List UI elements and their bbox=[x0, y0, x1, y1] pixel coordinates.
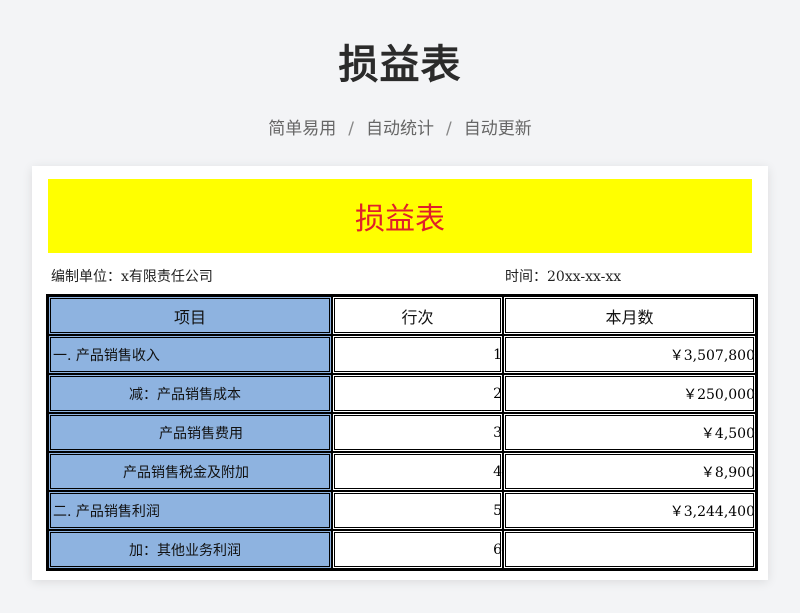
amount-cell[interactable]: ￥3,507,800 bbox=[503, 335, 756, 374]
seq-cell[interactable]: 4 bbox=[332, 452, 503, 491]
amount-cell[interactable]: ￥8,900 bbox=[503, 452, 756, 491]
column-header-item[interactable]: 项目 bbox=[48, 296, 332, 335]
item-cell[interactable]: 二. 产品销售利润 bbox=[48, 491, 332, 530]
tag-easy: 简单易用 bbox=[268, 119, 337, 139]
item-cell[interactable]: 产品销售税金及附加 bbox=[48, 452, 332, 491]
amount-cell[interactable]: ￥4,500 bbox=[503, 413, 756, 452]
table-row: 一. 产品销售收入 1 ￥3,507,800 bbox=[48, 335, 756, 374]
table-row: 减：产品销售成本 2 ￥250,000 bbox=[48, 374, 756, 413]
table-row: 产品销售费用 3 ￥4,500 bbox=[48, 413, 756, 452]
table-row: 产品销售税金及附加 4 ￥8,900 bbox=[48, 452, 756, 491]
item-cell[interactable]: 减：产品销售成本 bbox=[48, 374, 332, 413]
table-row: 加：其他业务利润 6 bbox=[48, 530, 756, 569]
tag-auto-update: 自动更新 bbox=[463, 119, 532, 139]
subtitle: 简单易用 / 自动统计 / 自动更新 bbox=[0, 114, 800, 139]
amount-cell[interactable]: ￥250,000 bbox=[503, 374, 756, 413]
seq-cell[interactable]: 6 bbox=[332, 530, 503, 569]
seq-cell[interactable]: 5 bbox=[332, 491, 503, 530]
column-header-amount[interactable]: 本月数 bbox=[503, 296, 756, 335]
sheet-title: 损益表 bbox=[48, 179, 752, 253]
column-header-seq[interactable]: 行次 bbox=[332, 296, 503, 335]
table-row: 二. 产品销售利润 5 ￥3,244,400 bbox=[48, 491, 756, 530]
company-label: 编制单位：x有限责任公司 bbox=[51, 269, 213, 285]
item-cell[interactable]: 产品销售费用 bbox=[48, 413, 332, 452]
tag-auto-stat: 自动统计 bbox=[366, 119, 434, 139]
spreadsheet-preview: 损益表 编制单位：x有限责任公司 时间：20xx-xx-xx 项目 行次 本月数… bbox=[32, 166, 768, 580]
time-label: 时间：20xx-xx-xx bbox=[505, 269, 622, 285]
seq-cell[interactable]: 3 bbox=[332, 413, 503, 452]
seq-cell[interactable]: 1 bbox=[332, 335, 503, 374]
tag-separator: / bbox=[348, 119, 354, 139]
income-statement-table: 项目 行次 本月数 一. 产品销售收入 1 ￥3,507,800 减：产品销售成… bbox=[46, 294, 758, 571]
seq-cell[interactable]: 2 bbox=[332, 374, 503, 413]
tag-separator: / bbox=[446, 119, 452, 139]
amount-cell[interactable]: ￥3,244,400 bbox=[503, 491, 756, 530]
item-cell[interactable]: 加：其他业务利润 bbox=[48, 530, 332, 569]
table-header-row: 项目 行次 本月数 bbox=[48, 296, 756, 335]
page-title: 损益表 bbox=[338, 42, 462, 88]
item-cell[interactable]: 一. 产品销售收入 bbox=[48, 335, 332, 374]
amount-cell[interactable] bbox=[503, 530, 756, 569]
